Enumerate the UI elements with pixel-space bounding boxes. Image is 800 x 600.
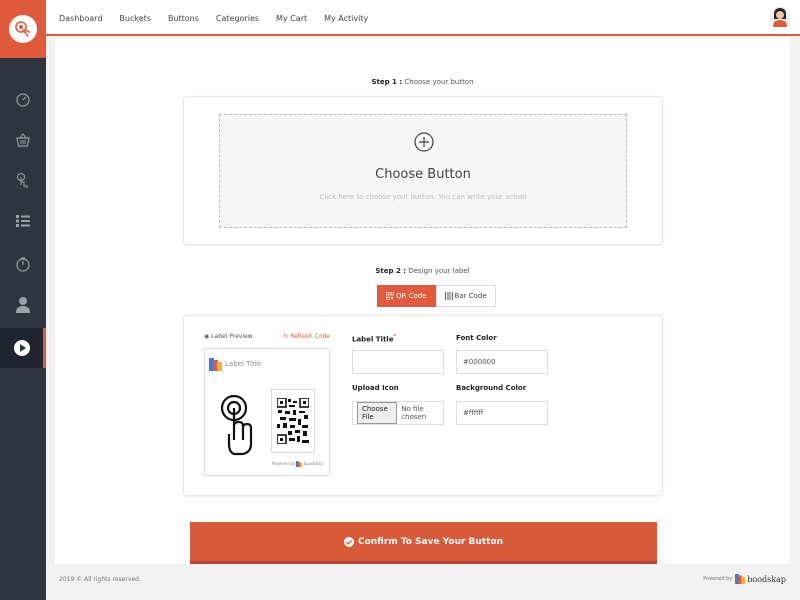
background-color-input[interactable]: #ffffff: [456, 401, 548, 425]
brand-mark-icon: [296, 461, 303, 467]
footer-brand[interactable]: boodskap: [747, 575, 786, 584]
qrcode-icon: [386, 292, 394, 300]
brand-mark-icon: [735, 574, 746, 584]
sidebar-item-profile[interactable]: [0, 286, 46, 324]
top-bar: Dashboard Buckets Buttons Categories My …: [46, 0, 800, 36]
nav-buttons[interactable]: Buttons: [168, 14, 199, 23]
tab-bar-code[interactable]: Bar Code: [435, 285, 496, 307]
label-title-input[interactable]: [352, 350, 444, 374]
play-icon: [13, 340, 30, 356]
nav-my-cart[interactable]: My Cart: [276, 14, 307, 23]
tab-qr-code[interactable]: QR Code: [377, 285, 436, 307]
touch-icon: [16, 172, 28, 188]
footer: 2019 © All rights reserved. Powered by b…: [46, 566, 800, 600]
app-logo[interactable]: [0, 0, 46, 58]
choose-button-hint: Click here to choose your button. You ca…: [319, 193, 527, 201]
refresh-icon: ↻: [283, 333, 289, 340]
qr-code-frame: [271, 389, 315, 453]
step1-heading: Step 1 : Choose your button: [371, 78, 474, 86]
preview-header: ◉ Label Preview ↻ Refresh Code: [204, 333, 330, 340]
avatar[interactable]: [769, 6, 791, 28]
sidebar-item-buttons[interactable]: [0, 162, 46, 200]
choose-button-area[interactable]: Choose Button Click here to choose your …: [219, 114, 627, 228]
preview-label-title: Label Title: [225, 360, 262, 368]
top-nav: Dashboard Buckets Buttons Categories My …: [59, 0, 385, 36]
brand-logo-icon: [209, 358, 222, 371]
choose-button-title: Choose Button: [375, 167, 471, 182]
nav-dashboard[interactable]: Dashboard: [59, 14, 102, 23]
user-icon: [16, 297, 30, 313]
step2-heading: Step 2 : Design your label: [375, 267, 470, 275]
nav-categories[interactable]: Categories: [216, 14, 259, 23]
background-color-label: Background Color: [456, 384, 527, 392]
label-title-label: Label Title*: [352, 334, 397, 344]
font-color-label: Font Color: [456, 334, 497, 342]
choose-file-button[interactable]: Choose File: [357, 402, 398, 424]
step2-card: ◉ Label Preview ↻ Refresh Code Label Tit…: [183, 315, 663, 496]
timer-icon: [16, 257, 30, 272]
refresh-code-link[interactable]: ↻ Refresh Code: [283, 333, 330, 340]
sidebar-item-activity[interactable]: [0, 245, 46, 283]
label-preview: Label Title Powered by boodskap: [204, 348, 330, 476]
nav-my-activity[interactable]: My Activity: [324, 14, 368, 23]
dashboard-icon: [16, 93, 30, 107]
nav-buckets[interactable]: Buckets: [119, 14, 151, 23]
upload-icon-input: Choose File No file chosen: [352, 401, 444, 425]
plus-circle-icon: [414, 132, 434, 152]
sidebar-item-play[interactable]: [0, 328, 46, 368]
check-circle-icon: [343, 536, 354, 547]
no-file-text: No file chosen: [401, 405, 427, 421]
sidebar-item-buckets[interactable]: [0, 121, 46, 159]
step1-card: Choose Button Click here to choose your …: [183, 96, 663, 245]
sidebar-item-categories[interactable]: [0, 202, 46, 240]
main-content: Step 1 : Choose your button Choose Butto…: [55, 38, 790, 564]
list-icon: [16, 215, 30, 227]
confirm-save-button[interactable]: Confirm To Save Your Button: [190, 522, 657, 564]
qr-code-icon: [277, 398, 309, 444]
upload-icon-label: Upload Icon: [352, 384, 399, 392]
basket-icon: [16, 133, 30, 147]
sidebar: [0, 0, 46, 600]
preview-powered-by: Powered by boodskap: [271, 461, 323, 467]
sidebar-item-dashboard[interactable]: [0, 80, 46, 118]
barcode-icon: [444, 292, 453, 300]
footer-powered-by: Powered by boodskap: [703, 574, 786, 584]
touch-hand-icon: [220, 394, 253, 456]
eye-icon: ◉: [204, 333, 210, 340]
copyright: 2019 © All rights reserved.: [59, 576, 141, 583]
font-color-input[interactable]: #000000: [456, 350, 548, 374]
code-type-tabs: QR Code Bar Code: [377, 285, 496, 307]
logo-icon: [9, 15, 37, 43]
